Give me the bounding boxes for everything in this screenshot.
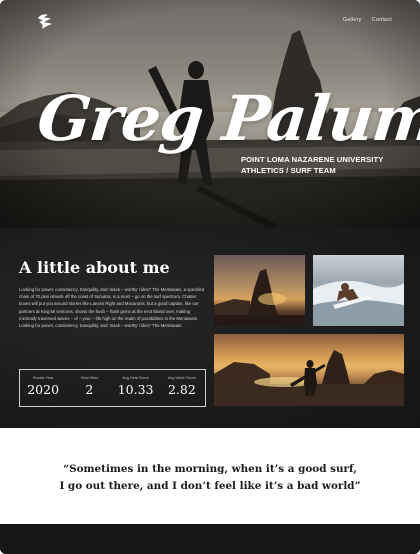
hero-subtitle-line2: ATHLETICS / SURF TEAM xyxy=(241,166,336,175)
stat-heat-wins: Heat Wins 2 xyxy=(66,370,112,406)
about-section: A little about me Looking for power, con… xyxy=(0,228,420,428)
wave-logo-icon[interactable] xyxy=(36,12,54,30)
nav-gallery-link[interactable]: Gallery xyxy=(343,17,362,23)
stat-value: 2020 xyxy=(27,382,60,397)
about-body: Looking for power, consistency, tranquil… xyxy=(19,287,205,329)
stat-label: Avg Wave Score xyxy=(167,376,196,380)
stat-avg-wave-score: Avg Wave Score 2.82 xyxy=(159,370,205,406)
stat-value: 2 xyxy=(85,382,94,397)
photo-surfer-wave[interactable] xyxy=(313,255,404,326)
stat-rookie-year: Rookie Year 2020 xyxy=(20,370,66,406)
hero-subtitle: POINT LOMA NAZARENE UNIVERSITY ATHLETICS… xyxy=(241,154,383,176)
quote-line2: I go out there, and I don’t feel like it… xyxy=(59,480,361,492)
photo-surfer-beach-sunset[interactable] xyxy=(214,334,404,406)
footer-strip xyxy=(0,524,420,554)
quote-text: “Sometimes in the morning, when it’s a g… xyxy=(0,461,420,495)
top-nav: Gallery Contact xyxy=(343,17,392,23)
nav-contact-link[interactable]: Contact xyxy=(372,17,392,23)
hero-section: Gallery Contact Greg Palumbo POINT LOMA … xyxy=(0,0,420,228)
stat-label: Avg Heat Score xyxy=(122,376,149,380)
hero-subtitle-line1: POINT LOMA NAZARENE UNIVERSITY xyxy=(241,155,384,164)
stat-value: 2.82 xyxy=(167,382,196,397)
about-title: A little about me xyxy=(19,258,170,277)
stats-box: Rookie Year 2020 Heat Wins 2 Avg Heat Sc… xyxy=(19,369,206,407)
hero-name: Greg Palumbo xyxy=(34,82,420,155)
photo-sea-stack-sunset[interactable] xyxy=(214,255,305,326)
page: Gallery Contact Greg Palumbo POINT LOMA … xyxy=(0,0,420,554)
quote-line1: “Sometimes in the morning, when it’s a g… xyxy=(63,463,357,475)
stat-avg-heat-score: Avg Heat Score 10.33 xyxy=(113,370,159,406)
quote-section: “Sometimes in the morning, when it’s a g… xyxy=(0,428,420,524)
stat-label: Heat Wins xyxy=(80,376,99,380)
stat-value: 10.33 xyxy=(117,382,154,397)
stat-label: Rookie Year xyxy=(32,376,54,380)
